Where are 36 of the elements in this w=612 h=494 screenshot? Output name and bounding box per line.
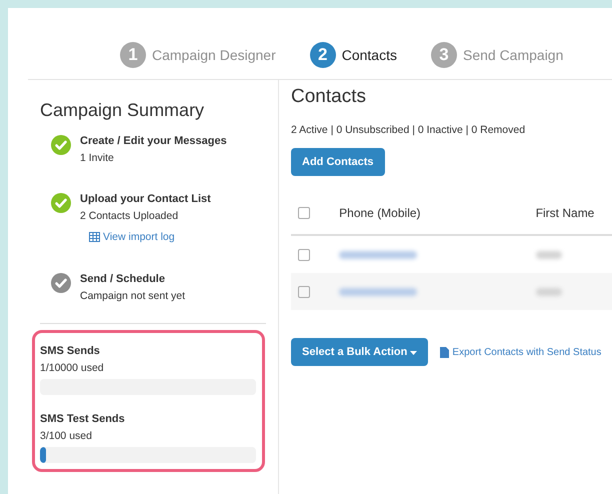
usage-label: SMS Sends xyxy=(40,344,101,359)
step-detail: 1 Invite xyxy=(80,151,115,166)
import-log-link[interactable]: View import log xyxy=(89,231,175,243)
usage-label: SMS Test Sends xyxy=(40,412,126,427)
table-icon xyxy=(89,232,100,242)
document-icon xyxy=(440,346,450,358)
step-label: Contacts xyxy=(342,47,397,63)
export-link[interactable]: Export Contacts with Send Status xyxy=(440,346,602,358)
column-header: First Name xyxy=(534,192,612,235)
bulk-action-button[interactable]: Select a Bulk Action xyxy=(291,338,428,366)
step-detail: Campaign not sent yet xyxy=(80,289,186,304)
step-label: Send Campaign xyxy=(462,47,564,63)
section-title: Campaign Summary xyxy=(40,100,206,121)
status-counts: 2 Active | 0 Unsubscribed | 0 Inactive | 0 Removed xyxy=(291,124,526,136)
usage-reading: 3/100 used xyxy=(40,429,93,444)
step-number: 2 xyxy=(310,42,336,68)
usage-reading: 1/10000 used xyxy=(40,361,105,376)
step-title: Send / Schedule xyxy=(80,272,166,287)
checkbox[interactable] xyxy=(298,286,310,298)
wizard-step[interactable]: 3 Send Campaign xyxy=(430,42,564,68)
wizard-step[interactable]: 1 Campaign Designer xyxy=(120,42,276,68)
blurred-name xyxy=(536,288,562,296)
caret-icon xyxy=(410,351,418,355)
page-title: Contacts xyxy=(291,86,367,108)
column-header: Phone (Mobile) xyxy=(338,192,535,235)
wizard-step[interactable]: 2 Contacts xyxy=(310,42,397,68)
checkbox[interactable] xyxy=(298,248,310,260)
checkbox[interactable] xyxy=(298,207,310,219)
step-title: Upload your Contact List xyxy=(80,192,212,207)
add-contacts-button[interactable]: Add Contacts xyxy=(291,148,384,176)
step-number: 1 xyxy=(120,42,146,68)
step-label: Campaign Designer xyxy=(152,47,276,63)
step-number: 3 xyxy=(430,42,457,68)
blurred-name xyxy=(536,250,562,258)
step-detail: 2 Contacts Uploaded xyxy=(80,209,180,224)
step-title: Create / Edit your Messages xyxy=(80,134,228,149)
